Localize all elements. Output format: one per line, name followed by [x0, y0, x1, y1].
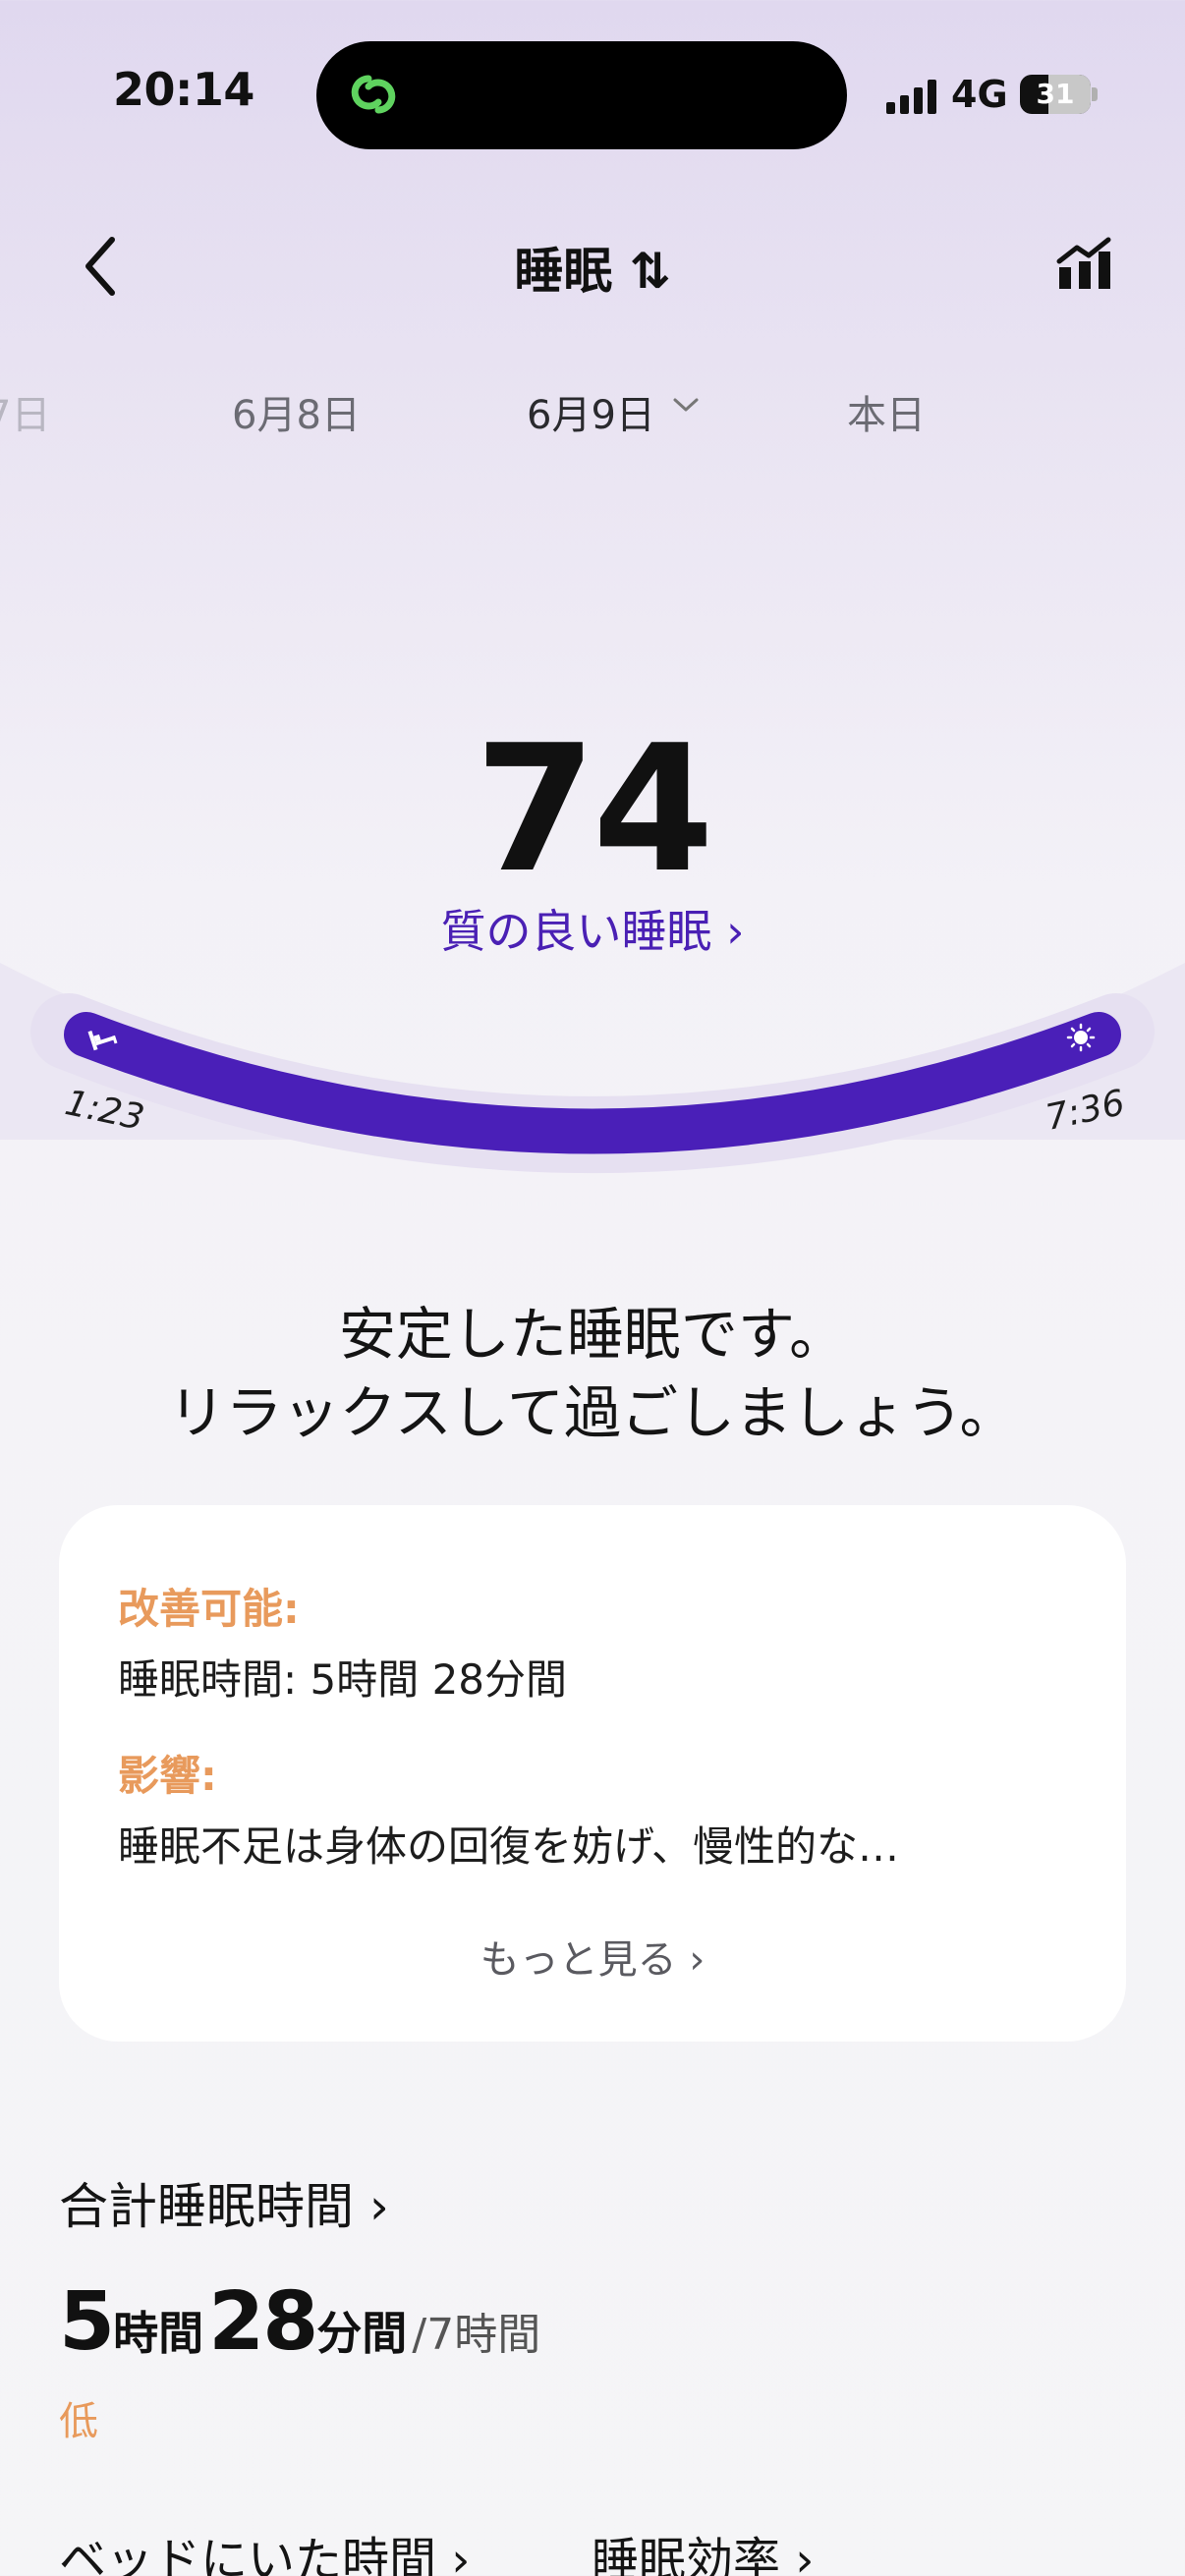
sleep-goal: /7時間 [412, 2310, 541, 2360]
total-minutes: 28 [208, 2275, 318, 2369]
date-tab-previous-cut[interactable]: 7日 [0, 383, 50, 440]
sleep-score: 74 [475, 707, 714, 911]
date-tab-jun9[interactable]: 6月9日 [527, 383, 655, 440]
battery-icon: 31 [1020, 75, 1091, 114]
signal-icon [886, 80, 936, 114]
sleep-message-line1: 安定した睡眠です。 [338, 1301, 847, 1368]
sleep-efficiency-link[interactable]: 睡眠効率 › [592, 2521, 814, 2576]
chevron-down-icon[interactable] [671, 395, 701, 415]
status-time: 20:14 [113, 63, 254, 116]
total-hours: 5 [59, 2275, 115, 2369]
sleep-status-badge: 低 [59, 2399, 98, 2444]
battery-tip [1092, 87, 1098, 101]
hours-unit: 時間 [113, 2307, 204, 2360]
total-sleep-title[interactable]: 合計睡眠時間 › [59, 2167, 389, 2238]
app-link-icon [351, 75, 396, 114]
improvement-label: 改善可能: [118, 1585, 300, 1633]
page-title[interactable]: 睡眠 ⇅ [0, 232, 1185, 303]
impact-label: 影響: [118, 1752, 217, 1800]
sun-icon [1066, 1023, 1096, 1052]
date-tab-jun8[interactable]: 6月8日 [232, 383, 361, 440]
sleep-message: 安定した睡眠です。 リラックスして過ごしましょう。 [0, 1295, 1185, 1452]
network-type: 4G [951, 73, 1008, 116]
see-more-button[interactable]: もっと見る › [0, 1928, 1185, 1985]
improvement-text: 睡眠時間: 5時間 28分間 [118, 1655, 568, 1704]
sleep-message-line2: リラックスして過ごしましょう。 [168, 1379, 1017, 1446]
trend-chart-icon[interactable] [1055, 236, 1114, 291]
impact-text: 睡眠不足は身体の回復を妨げ、慢性的な… [118, 1822, 900, 1871]
minutes-unit: 分間 [316, 2307, 408, 2360]
time-in-bed-link[interactable]: ベッドにいた時間 › [59, 2521, 470, 2576]
battery-level: 31 [1036, 78, 1075, 110]
total-sleep-value: 5時間 28分間 /7時間 [59, 2275, 540, 2369]
date-tab-today[interactable]: 本日 [847, 383, 926, 440]
sleep-timeline-arc [0, 963, 1185, 1173]
